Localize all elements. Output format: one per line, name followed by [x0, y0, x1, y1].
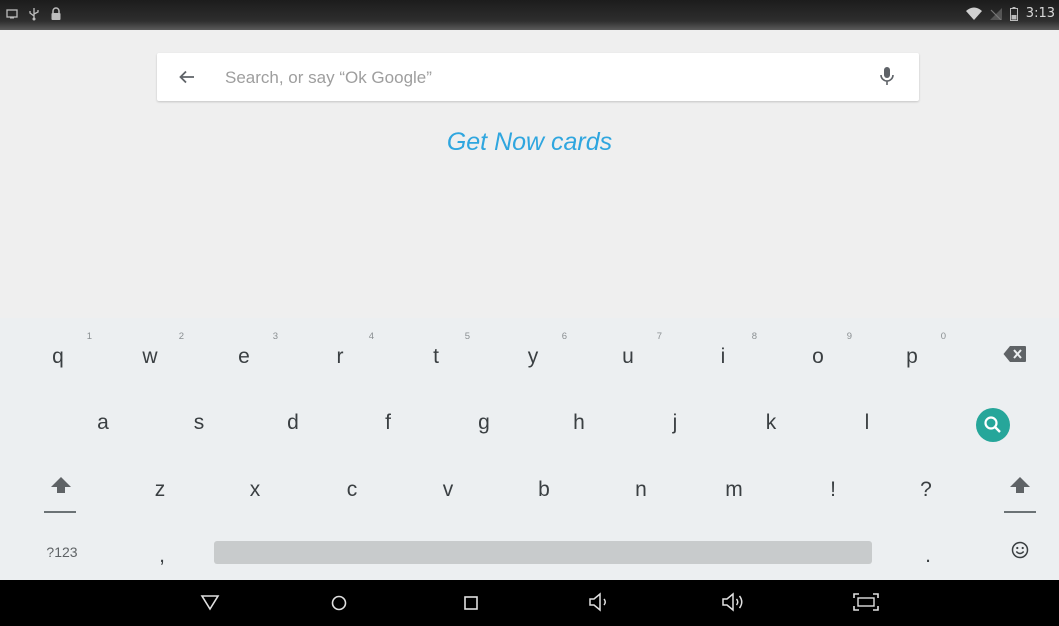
key-q[interactable]: q1 — [46, 331, 92, 369]
key-label: e — [238, 345, 250, 368]
key-u[interactable]: u7 — [616, 331, 662, 369]
status-right-icons: 3:13 — [965, 6, 1055, 21]
key-t[interactable]: t5 — [424, 331, 470, 369]
recents-icon[interactable] — [463, 595, 479, 611]
home-icon[interactable] — [330, 594, 348, 612]
key-r[interactable]: r4 — [328, 331, 375, 369]
key-o[interactable]: o9 — [806, 331, 852, 369]
emoji-icon[interactable] — [1011, 541, 1029, 559]
key-hint: 8 — [751, 331, 757, 342]
key-x[interactable]: x — [243, 478, 267, 502]
keyboard: q1 w2 e3 r4 t5 y6 u7 i8 o9 p0 a s d f g … — [0, 318, 1059, 580]
key-label: q — [52, 345, 64, 368]
key-f[interactable]: f — [376, 411, 400, 435]
screenshot-icon — [6, 9, 18, 19]
status-left-icons — [6, 7, 62, 21]
search-bar[interactable] — [157, 53, 919, 103]
key-a[interactable]: a — [91, 411, 115, 435]
spacebar[interactable] — [214, 541, 872, 564]
key-w[interactable]: w2 — [138, 331, 184, 369]
volume-up-icon[interactable] — [721, 592, 747, 612]
key-z[interactable]: z — [148, 478, 172, 502]
key-b[interactable]: b — [532, 478, 556, 502]
key-hint: 1 — [86, 331, 92, 342]
key-label: t — [433, 345, 439, 368]
key-p[interactable]: p0 — [900, 331, 946, 369]
key-label: r — [336, 345, 344, 368]
wifi-icon — [965, 7, 982, 20]
key-i[interactable]: i8 — [711, 331, 757, 369]
mic-icon[interactable] — [877, 65, 897, 89]
key-label: i — [720, 345, 726, 368]
key-label: w — [142, 345, 158, 368]
backspace-icon[interactable] — [1003, 345, 1027, 363]
key-hint: 5 — [464, 331, 470, 342]
key-g[interactable]: g — [472, 411, 496, 435]
key-hint: 9 — [846, 331, 852, 342]
key-hint: 6 — [561, 331, 567, 342]
key-question[interactable]: ? — [914, 478, 938, 502]
status-time: 3:13 — [1025, 6, 1055, 21]
volume-down-icon[interactable] — [588, 592, 612, 612]
key-j[interactable]: j — [663, 411, 687, 435]
key-c[interactable]: c — [340, 478, 364, 502]
battery-icon — [1009, 6, 1018, 21]
shift-left-underline — [44, 511, 76, 513]
usb-icon — [29, 8, 39, 21]
key-label: p — [906, 345, 918, 368]
key-e[interactable]: e3 — [232, 331, 278, 369]
nav-bar — [0, 580, 1059, 626]
key-n[interactable]: n — [629, 478, 653, 502]
key-hint: 2 — [178, 331, 184, 342]
key-hint: 0 — [940, 331, 946, 342]
get-now-cards-link[interactable]: Get Now cards — [0, 128, 1059, 157]
search-icon — [984, 416, 1001, 433]
shift-left-icon[interactable] — [50, 476, 72, 494]
key-label: u — [622, 345, 634, 368]
key-label: o — [812, 345, 824, 368]
key-hint: 3 — [272, 331, 278, 342]
status-bar: 3:13 — [0, 0, 1059, 30]
key-m[interactable]: m — [722, 478, 746, 502]
key-l[interactable]: l — [855, 411, 879, 435]
key-exclamation[interactable]: ! — [821, 478, 845, 502]
key-h[interactable]: h — [567, 411, 591, 435]
no-signal-icon — [989, 8, 1002, 20]
key-s[interactable]: s — [187, 411, 211, 435]
lock-icon — [51, 7, 61, 20]
key-y[interactable]: y6 — [521, 331, 567, 369]
key-v[interactable]: v — [436, 478, 460, 502]
shift-right-underline — [1004, 511, 1036, 513]
screen-capture-icon[interactable] — [853, 592, 879, 612]
comma-key[interactable]: , — [150, 544, 174, 568]
key-hint: 7 — [656, 331, 662, 342]
key-k[interactable]: k — [759, 411, 783, 435]
key-d[interactable]: d — [281, 411, 305, 435]
back-arrow-icon[interactable] — [177, 67, 197, 87]
period-key[interactable]: . — [916, 544, 940, 568]
search-key[interactable] — [976, 408, 1010, 442]
search-input[interactable] — [223, 53, 847, 103]
back-icon[interactable] — [200, 592, 220, 612]
shift-right-icon[interactable] — [1009, 476, 1031, 494]
key-label: y — [527, 345, 539, 368]
key-hint: 4 — [368, 331, 374, 342]
symbols-key[interactable]: ?123 — [38, 544, 86, 560]
